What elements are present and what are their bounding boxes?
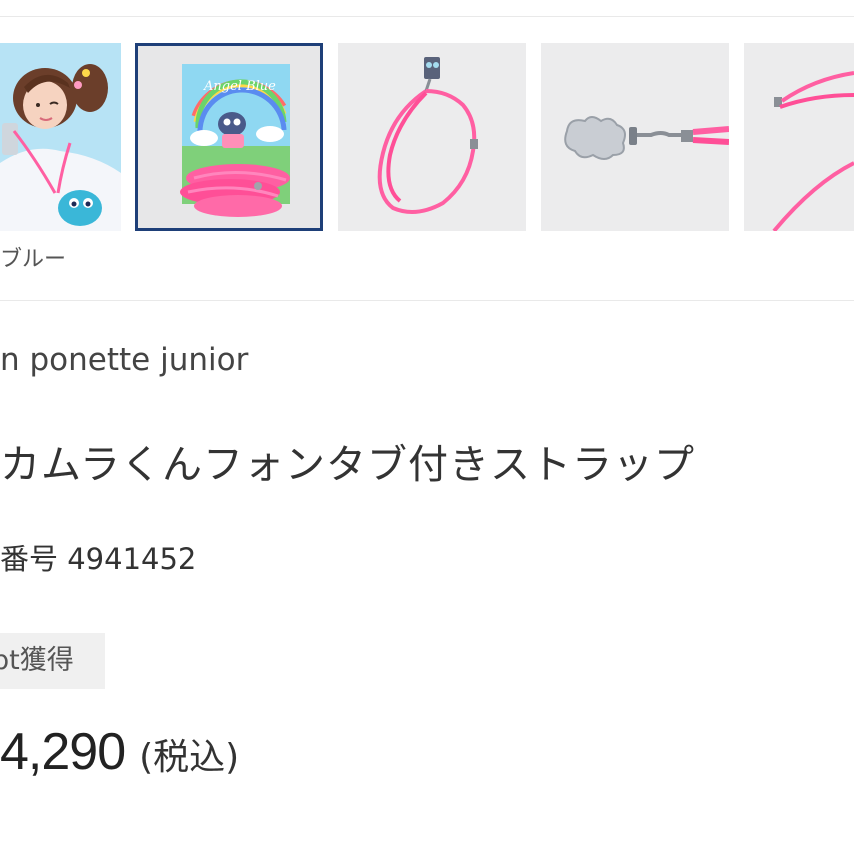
strap-partial-photo-image — [744, 43, 854, 231]
thumbnail-model[interactable] — [0, 43, 121, 231]
thumbnail-strap-full[interactable] — [338, 43, 526, 231]
thumbnail-strap-clip[interactable] — [541, 43, 729, 231]
thumbnail-package[interactable]: Angel Blue — [135, 43, 323, 231]
points-badge: pt獲得 — [0, 633, 105, 689]
product-title: カムラくんフォンタブ付きストラップ — [0, 442, 695, 488]
model-photo-image — [0, 43, 121, 231]
color-caption: ブルー — [0, 247, 67, 272]
points-badge-label: pt獲得 — [0, 645, 74, 676]
gallery-divider — [0, 300, 854, 301]
thumbnail-strap-partial[interactable] — [744, 43, 854, 231]
strap-clip-photo-image — [541, 43, 729, 231]
package-photo-image: Angel Blue — [138, 46, 320, 228]
price-tax-note: (税込) — [139, 737, 240, 778]
product-number: 番号 4941452 — [0, 542, 197, 576]
price-amount: 4,290 — [0, 723, 126, 781]
price: 4,290 (税込) — [0, 722, 239, 782]
brand-name[interactable]: n ponette junior — [0, 342, 248, 378]
strap-full-photo-image — [338, 43, 526, 231]
top-divider — [0, 16, 854, 17]
package-title-text: Angel Blue — [203, 79, 276, 94]
